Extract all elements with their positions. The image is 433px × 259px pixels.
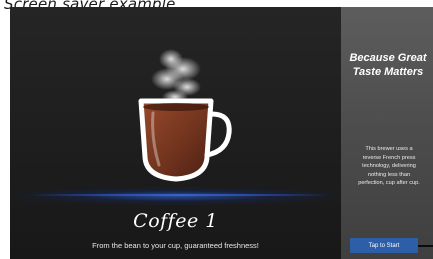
product-title: Coffee 1 [133, 210, 218, 232]
steam-icon [151, 49, 201, 104]
side-description: This brewer uses a reverse French press … [345, 145, 433, 188]
side-heading-line: Because Great [349, 52, 427, 64]
side-description-line: perfection, cup after cup. [358, 180, 420, 186]
button-divider [418, 245, 433, 247]
coffee-cup-icon [138, 49, 232, 182]
side-description-line: nothing less than [367, 171, 411, 178]
main-panel[interactable]: Coffee 1 From the bean to your cup, guar… [10, 7, 341, 259]
side-heading-line: Taste Matters [352, 66, 424, 78]
light-glow [10, 187, 341, 205]
side-heading: Because Great Taste Matters [343, 51, 433, 79]
tagline: From the bean to your cup, guaranteed fr… [92, 241, 259, 250]
side-description-line: reverse French press [362, 154, 416, 161]
side-description-line: This brewer uses a [365, 146, 413, 152]
tap-to-start-button[interactable]: Tap to Start [350, 238, 418, 253]
side-panel: Because Great Taste Matters This brewer … [341, 7, 433, 259]
side-description-line: technology, delivering [362, 163, 416, 169]
light-line [30, 194, 330, 196]
screen-saver[interactable]: Coffee 1 From the bean to your cup, guar… [10, 7, 433, 259]
